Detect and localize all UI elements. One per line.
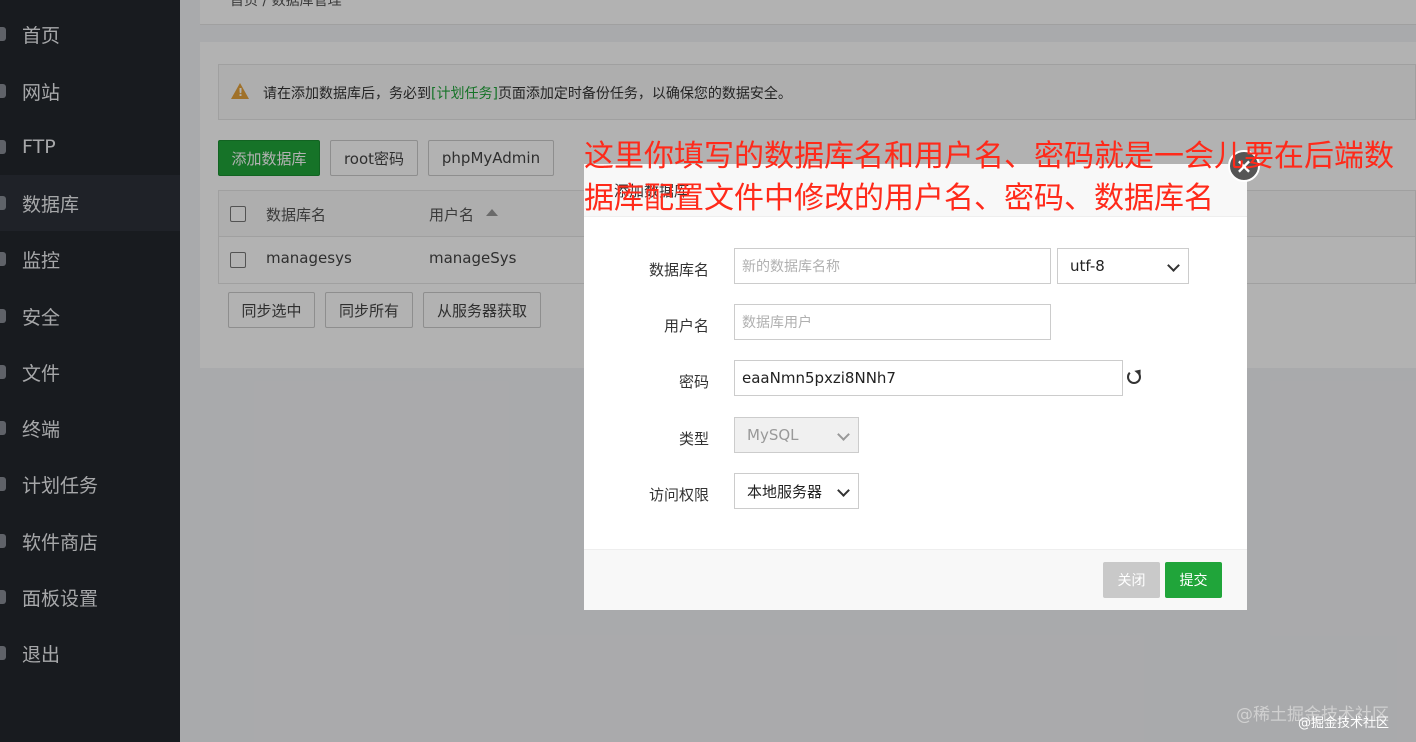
annotation-text: 这里你填写的数据库名和用户名、密码就是一会儿要在后端数据库配置文件中修改的用户名… [584, 139, 1394, 216]
charset-value: utf-8 [1070, 257, 1105, 275]
access-value: 本地服务器 [747, 482, 823, 501]
password-label: 密码 [678, 373, 709, 391]
type-label: 类型 [678, 430, 709, 448]
chevron-down-icon [837, 428, 850, 441]
type-value: MySQL [747, 426, 799, 444]
watermark-secondary: @掘金技术社区 [1298, 716, 1390, 731]
username-input[interactable]: 数据库用户 [734, 304, 1051, 340]
username-label: 用户名 [663, 317, 709, 335]
chevron-down-icon [1167, 259, 1180, 272]
password-input[interactable]: eaaNmn5pxzi8NNh7 [734, 360, 1123, 396]
add-database-dialog: 添加数据库 数据库名 新的数据库名称 utf-8 用户名 数据库用户 密码 ea… [584, 164, 1247, 610]
submit-button[interactable]: 提交 [1165, 562, 1222, 598]
access-select[interactable]: 本地服务器 [734, 473, 859, 509]
chevron-down-icon [837, 484, 850, 497]
close-button[interactable]: 关闭 [1103, 562, 1160, 598]
charset-select[interactable]: utf-8 [1057, 248, 1189, 284]
db-name-input[interactable]: 新的数据库名称 [734, 248, 1051, 284]
db-name-label: 数据库名 [648, 261, 709, 279]
type-select: MySQL [734, 417, 859, 453]
access-label: 访问权限 [648, 486, 709, 504]
dialog-footer: 关闭 提交 [584, 549, 1247, 610]
refresh-icon[interactable] [1127, 370, 1141, 384]
